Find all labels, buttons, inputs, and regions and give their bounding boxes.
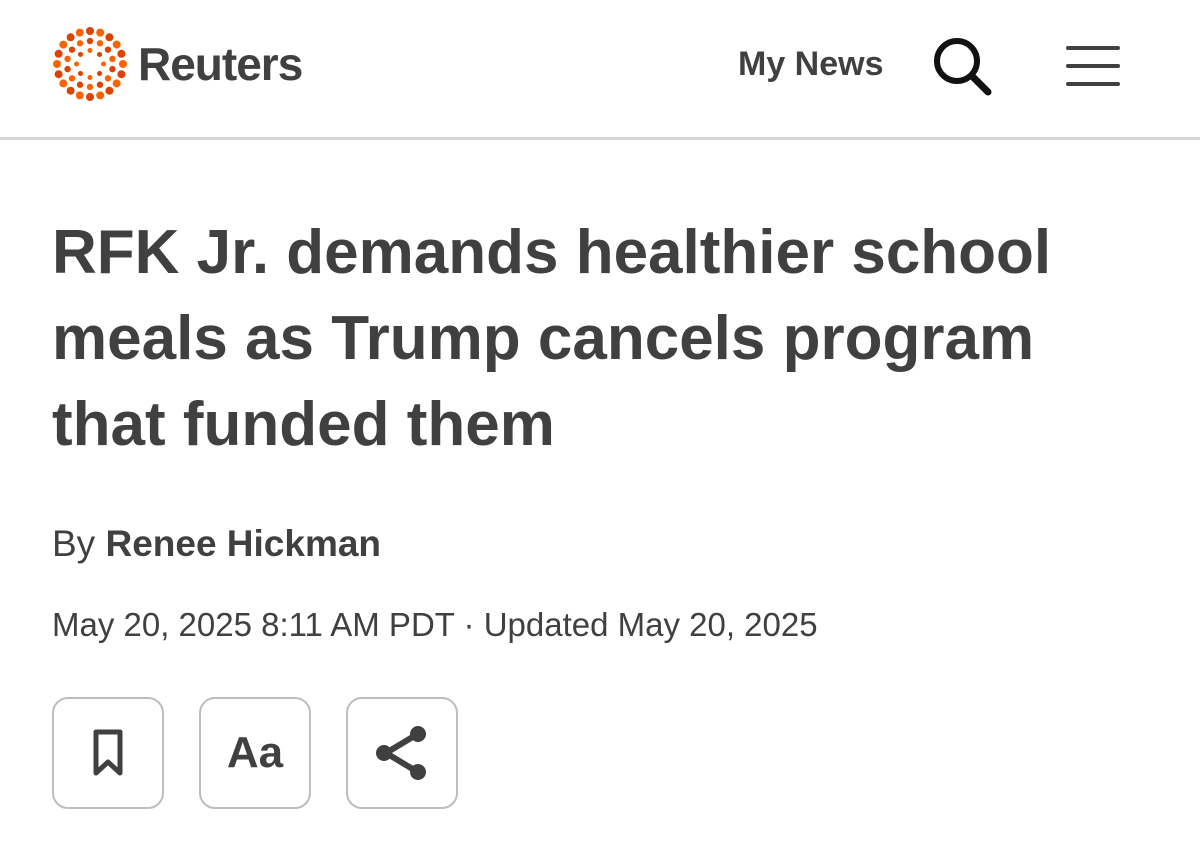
byline: By Renee Hickman <box>52 520 381 568</box>
bookmark-button[interactable] <box>52 697 164 809</box>
brand-name: Reuters <box>138 38 303 90</box>
logo-dot <box>86 37 94 45</box>
date-separator: · <box>463 606 475 643</box>
logo-dot <box>109 55 116 63</box>
share-button[interactable] <box>346 697 458 809</box>
logo-dot <box>105 86 114 95</box>
logo-dot <box>53 60 61 68</box>
logo-dot <box>87 48 93 53</box>
logo-dot <box>97 71 103 77</box>
logo-dot <box>77 71 83 77</box>
logo-dot <box>77 51 83 57</box>
logo-dot <box>104 75 112 82</box>
logo-dot <box>86 93 94 101</box>
logo-dot <box>76 81 84 88</box>
logo-dot <box>64 55 71 63</box>
updated-date: Updated May 20, 2025 <box>483 606 818 643</box>
logo-dot <box>68 75 76 82</box>
menu-button[interactable] <box>1064 40 1122 92</box>
my-news-link[interactable]: My News <box>738 43 884 85</box>
logo-dot <box>66 86 75 95</box>
logo-dot <box>54 70 63 79</box>
bookmark-icon <box>93 729 123 776</box>
logo-dot <box>75 28 84 37</box>
logo-dot <box>109 65 116 73</box>
site-header: Reuters My News <box>0 0 1200 140</box>
logo-dot <box>59 79 68 88</box>
text-size-button[interactable]: Aa <box>199 697 311 809</box>
logo-dot <box>96 28 105 37</box>
hamburger-menu-icon <box>1066 46 1120 86</box>
logo-dot <box>119 60 127 68</box>
logo-dot <box>54 49 63 58</box>
logo-dot <box>86 83 94 91</box>
logo-dot <box>86 27 94 35</box>
logo-dot <box>96 40 104 47</box>
logo-dot <box>64 65 71 73</box>
search-button[interactable] <box>930 34 996 100</box>
logo-dot <box>66 33 75 42</box>
logo-dot <box>104 46 112 53</box>
logo-dot <box>87 75 93 80</box>
logo-dot <box>68 46 76 53</box>
logo-dot <box>112 79 121 88</box>
share-icon <box>376 726 426 780</box>
logo-dot <box>105 33 114 42</box>
byline-prefix: By <box>52 523 96 564</box>
logo-dot <box>76 40 84 47</box>
search-icon <box>934 38 992 96</box>
logo-dot <box>117 49 126 58</box>
logo-dot <box>97 51 103 57</box>
logo-dot <box>96 91 105 100</box>
logo-dot <box>112 40 121 49</box>
logo-dot <box>101 61 106 67</box>
text-size-label: Aa <box>226 728 284 777</box>
published-date: May 20, 2025 8:11 AM PDT <box>52 606 455 643</box>
logo-dot <box>75 91 84 100</box>
reuters-brand-link[interactable]: Reuters <box>52 26 303 102</box>
logo-dot <box>74 61 79 67</box>
reuters-logo-icon <box>53 27 127 101</box>
article-headline: RFK Jr. demands healthier school meals a… <box>52 218 1052 459</box>
logo-dot <box>59 40 68 49</box>
author-link[interactable]: Renee Hickman <box>105 523 381 564</box>
dateline: May 20, 2025 8:11 AM PDT · Updated May 2… <box>52 602 818 648</box>
logo-dot <box>96 81 104 88</box>
logo-dot <box>117 70 126 79</box>
